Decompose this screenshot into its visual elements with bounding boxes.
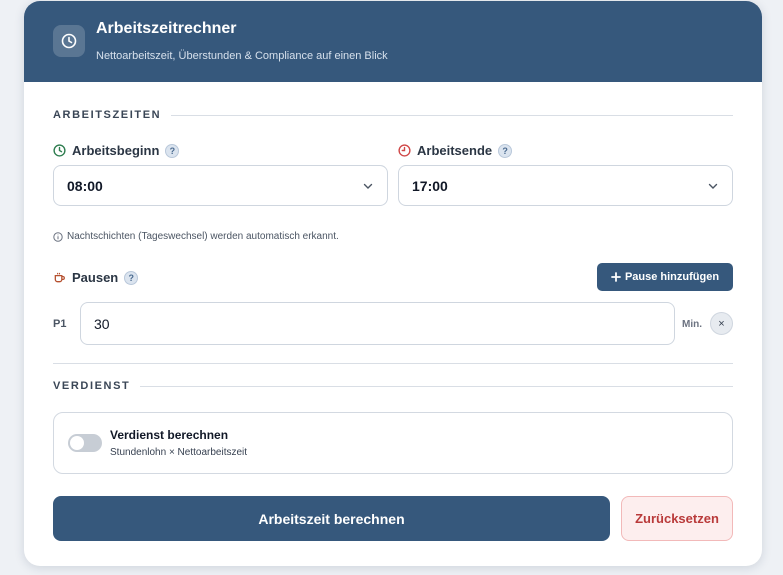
- start-label-row: Arbeitsbeginn ?: [53, 143, 180, 158]
- toggle-knob: [70, 436, 84, 450]
- calculate-button[interactable]: Arbeitszeit berechnen: [53, 496, 610, 541]
- chevron-down-icon: [363, 183, 373, 189]
- clock-icon: [53, 25, 85, 57]
- help-icon[interactable]: ?: [498, 143, 513, 158]
- page-subtitle: Nettoarbeitszeit, Überstunden & Complian…: [96, 50, 388, 62]
- add-pause-label: Pause hinzufügen: [624, 271, 720, 283]
- info-icon: [53, 231, 63, 242]
- section-divider: [171, 114, 733, 116]
- help-icon[interactable]: ?: [165, 143, 180, 158]
- coffee-cup-icon: [54, 272, 65, 283]
- pause-duration-input[interactable]: [80, 302, 675, 345]
- page-title: Arbeitszeitrechner: [96, 20, 237, 37]
- reset-button[interactable]: Zurücksetzen: [621, 496, 733, 541]
- chevron-down-icon: [708, 183, 718, 189]
- remove-pause-button[interactable]: ×: [710, 312, 733, 335]
- end-label-row: Arbeitsende ?: [398, 143, 513, 158]
- add-pause-button[interactable]: Pause hinzufügen: [597, 263, 733, 291]
- earnings-toggle[interactable]: [68, 434, 102, 452]
- section-title: VERDIENST: [53, 380, 131, 392]
- night-shift-hint-text: Nachtschichten (Tageswechsel) werden aut…: [67, 231, 339, 242]
- earnings-toggle-card: Verdienst berechnen Stundenlohn × Nettoa…: [53, 412, 733, 474]
- start-label: Arbeitsbeginn: [72, 143, 160, 158]
- pause-unit: Min.: [682, 319, 702, 330]
- section-earnings: VERDIENST: [53, 380, 733, 392]
- pause-id: P1: [53, 318, 67, 330]
- section-divider: [140, 385, 733, 387]
- plus-icon: [611, 272, 621, 282]
- pauses-label: Pausen: [72, 270, 119, 285]
- end-time-value: 17:00: [412, 177, 448, 194]
- earnings-toggle-title: Verdienst berechnen: [110, 428, 229, 442]
- section-divider: [53, 363, 733, 364]
- header: Arbeitszeitrechner Nettoarbeitszeit, Übe…: [24, 1, 762, 82]
- earnings-toggle-subtitle: Stundenlohn × Nettoarbeitszeit: [110, 447, 248, 458]
- clock-start-icon: [53, 144, 66, 157]
- section-work-times: ARBEITSZEITEN: [53, 109, 733, 121]
- end-time-select[interactable]: 17:00: [398, 165, 733, 206]
- start-time-select[interactable]: 08:00: [53, 165, 388, 206]
- calculator-card: Arbeitszeitrechner Nettoarbeitszeit, Übe…: [24, 1, 762, 566]
- end-label: Arbeitsende: [417, 143, 493, 158]
- section-title: ARBEITSZEITEN: [53, 109, 162, 121]
- night-shift-hint: Nachtschichten (Tageswechsel) werden aut…: [53, 231, 339, 242]
- help-icon[interactable]: ?: [124, 270, 139, 285]
- start-time-value: 08:00: [67, 177, 103, 194]
- pauses-label-row: Pausen ?: [53, 270, 139, 285]
- clock-end-icon: [398, 144, 411, 157]
